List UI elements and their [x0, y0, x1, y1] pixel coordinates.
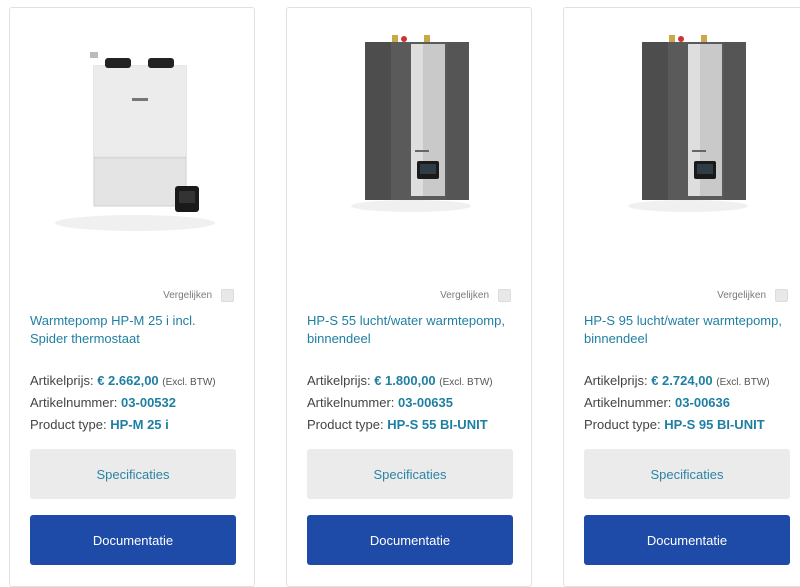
price-row: Artikelprijs: € 2.724,00 (Excl. BTW): [584, 373, 770, 388]
documentation-button[interactable]: Documentatie: [307, 515, 513, 565]
documentation-button[interactable]: Documentatie: [30, 515, 236, 565]
price-note: (Excl. BTW): [716, 377, 770, 388]
product-image[interactable]: [10, 8, 254, 248]
documentation-button[interactable]: Documentatie: [584, 515, 790, 565]
type-label: Product type:: [584, 417, 661, 432]
product-title-link[interactable]: HP-S 95 lucht/water warmtepomp, binnende…: [584, 312, 784, 348]
price-label: Artikelprijs:: [30, 373, 94, 388]
compare-control: Vergelijken: [717, 288, 788, 302]
price-value: € 2.662,00: [97, 373, 159, 388]
product-image[interactable]: [564, 8, 800, 248]
article-number: 03-00635: [398, 395, 453, 410]
product-title-link[interactable]: HP-S 55 lucht/water warmtepomp, binnende…: [307, 312, 507, 348]
price-label: Artikelprijs:: [307, 373, 371, 388]
product-title-link[interactable]: Warmtepomp HP-M 25 i incl. Spider thermo…: [30, 312, 230, 348]
compare-checkbox[interactable]: [498, 288, 511, 302]
product-image[interactable]: [287, 8, 531, 248]
article-row: Artikelnummer: 03-00532: [30, 395, 176, 410]
price-row: Artikelprijs: € 1.800,00 (Excl. BTW): [307, 373, 493, 388]
article-number: 03-00532: [121, 395, 176, 410]
article-row: Artikelnummer: 03-00635: [307, 395, 453, 410]
compare-checkbox[interactable]: [221, 288, 234, 302]
type-label: Product type:: [30, 417, 107, 432]
product-card: Vergelijken Warmtepomp HP-M 25 i incl. S…: [9, 7, 255, 587]
price-label: Artikelprijs:: [584, 373, 648, 388]
compare-control: Vergelijken: [163, 288, 234, 302]
price-note: (Excl. BTW): [439, 377, 493, 388]
compare-label: Vergelijken: [717, 289, 766, 301]
type-label: Product type:: [307, 417, 384, 432]
article-label: Artikelnummer:: [30, 395, 118, 410]
product-card: Vergelijken HP-S 55 lucht/water warmtepo…: [286, 7, 532, 587]
price-value: € 2.724,00: [651, 373, 713, 388]
type-row: Product type: HP-S 95 BI-UNIT: [584, 417, 765, 432]
article-number: 03-00636: [675, 395, 730, 410]
specifications-button[interactable]: Specificaties: [307, 449, 513, 499]
product-card: Vergelijken HP-S 95 lucht/water warmtepo…: [563, 7, 800, 587]
type-value: HP-S 55 BI-UNIT: [387, 417, 488, 432]
type-row: Product type: HP-M 25 i: [30, 417, 169, 432]
compare-label: Vergelijken: [163, 289, 212, 301]
price-value: € 1.800,00: [374, 373, 436, 388]
compare-checkbox[interactable]: [775, 288, 788, 302]
type-value: HP-M 25 i: [110, 417, 169, 432]
type-value: HP-S 95 BI-UNIT: [664, 417, 765, 432]
price-row: Artikelprijs: € 2.662,00 (Excl. BTW): [30, 373, 216, 388]
compare-label: Vergelijken: [440, 289, 489, 301]
article-label: Artikelnummer:: [584, 395, 672, 410]
article-label: Artikelnummer:: [307, 395, 395, 410]
price-note: (Excl. BTW): [162, 377, 216, 388]
article-row: Artikelnummer: 03-00636: [584, 395, 730, 410]
compare-control: Vergelijken: [440, 288, 511, 302]
type-row: Product type: HP-S 55 BI-UNIT: [307, 417, 488, 432]
specifications-button[interactable]: Specificaties: [30, 449, 236, 499]
specifications-button[interactable]: Specificaties: [584, 449, 790, 499]
